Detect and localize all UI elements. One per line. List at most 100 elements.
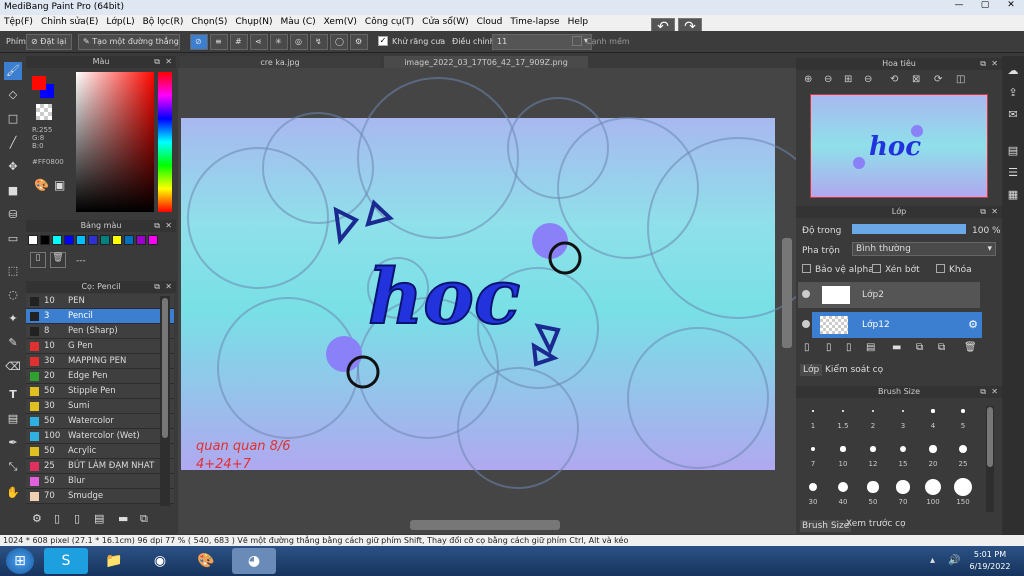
brush-size-option[interactable]: 70: [888, 476, 918, 512]
merge-layer-icon[interactable]: ⧉: [938, 342, 945, 353]
brush-item[interactable]: 30 MAPPING PEN: [26, 354, 174, 369]
snap-settings-button[interactable]: ⚙: [350, 34, 368, 50]
menu-timelapse[interactable]: Time-lapse: [506, 15, 563, 29]
new-brush-icon[interactable]: ▯: [54, 512, 60, 525]
rotate-left-icon[interactable]: ⟲: [890, 74, 898, 85]
straight-line-button[interactable]: ✎ Tạo một đường thẳng: [78, 34, 180, 50]
new-8bit-layer-icon[interactable]: ▯: [846, 342, 852, 353]
palette-swatch[interactable]: [112, 235, 122, 245]
volume-icon[interactable]: 🔊: [948, 555, 960, 566]
brush-item[interactable]: 8 Pen (Sharp): [26, 324, 174, 339]
select-pen-icon[interactable]: ✎: [4, 334, 22, 352]
skype-icon[interactable]: S: [44, 548, 88, 574]
flip-icon[interactable]: ◫: [956, 74, 965, 85]
brush-item[interactable]: 70 Smudge: [26, 489, 174, 504]
magic-wand-icon[interactable]: ✦: [4, 310, 22, 328]
detach-icon[interactable]: ⧉: [154, 281, 160, 293]
tab-layer[interactable]: Lớp: [800, 364, 823, 376]
brush-size-option[interactable]: 5: [948, 400, 978, 436]
brush-size-option[interactable]: 15: [888, 438, 918, 474]
brush-item[interactable]: 50 Acrylic: [26, 444, 174, 459]
canvas-area[interactable]: hoc quan quan 8/6 4+24+7: [178, 68, 829, 534]
trash-icon[interactable]: 🗑: [50, 252, 66, 268]
snap-perspective-button[interactable]: ⋖: [250, 34, 268, 50]
close-icon[interactable]: ✕: [991, 58, 998, 70]
page-icon[interactable]: ▦: [1004, 186, 1022, 204]
brush-size-option[interactable]: 30: [798, 476, 828, 512]
trash-icon[interactable]: 🗑: [964, 342, 977, 353]
close-button[interactable]: ✕: [998, 0, 1024, 14]
brush-size-option[interactable]: 12: [858, 438, 888, 474]
close-icon[interactable]: ✕: [165, 281, 172, 293]
eyedropper-icon[interactable]: ✒: [4, 434, 22, 452]
horizontal-scrollbar[interactable]: [410, 520, 560, 530]
brush-item[interactable]: 50 Blur: [26, 474, 174, 489]
copy-brush-icon[interactable]: ▯: [74, 512, 80, 525]
file-explorer-icon[interactable]: 📁: [92, 548, 136, 574]
artwork-svg[interactable]: hoc quan quan 8/6 4+24+7: [178, 68, 829, 534]
rotate-right-icon[interactable]: ⟳: [934, 74, 942, 85]
brush-item[interactable]: 20 Edge Pen: [26, 369, 174, 384]
brush-size-option[interactable]: 1: [798, 400, 828, 436]
menu-cloud[interactable]: Cloud: [473, 15, 507, 29]
zoom-out-icon[interactable]: ⊖: [824, 74, 832, 85]
text-tool-icon[interactable]: T: [4, 386, 22, 404]
blend-select[interactable]: Bình thường ▾: [852, 242, 996, 256]
saturation-value-picker[interactable]: [76, 72, 154, 212]
layer-list-icon[interactable]: ☰: [1004, 164, 1022, 182]
zoom-in-icon[interactable]: ⊕: [804, 74, 812, 85]
palette-swatch[interactable]: [52, 235, 62, 245]
move-tool-icon[interactable]: ✥: [4, 158, 22, 176]
brush-size-option[interactable]: 150: [948, 476, 978, 512]
minimize-button[interactable]: —: [946, 0, 972, 14]
brush-item[interactable]: 10 G Pen: [26, 339, 174, 354]
transparent-swatch[interactable]: [36, 104, 52, 120]
tray-icon[interactable]: ▴: [930, 555, 935, 566]
hue-slider[interactable]: [158, 72, 172, 212]
menu-filter[interactable]: Bộ lọc(R): [139, 15, 188, 29]
brush-size-option[interactable]: 50: [858, 476, 888, 512]
clip-checkbox[interactable]: [872, 264, 881, 273]
layer-menu-icon[interactable]: ▤: [866, 342, 875, 353]
visibility-icon[interactable]: [802, 290, 810, 298]
detach-icon[interactable]: ⧉: [980, 206, 986, 218]
lock-checkbox[interactable]: [936, 264, 945, 273]
brush-item[interactable]: 3Pencil⚙: [26, 309, 174, 324]
tab-brush-control[interactable]: Kiểm soát cọ: [822, 364, 886, 376]
share-icon[interactable]: ⇪: [1004, 84, 1022, 102]
folder-icon[interactable]: ▬: [118, 512, 128, 525]
brush-size-option[interactable]: 40: [828, 476, 858, 512]
menu-layer[interactable]: Lớp(L): [102, 15, 138, 29]
zoom-minus-icon[interactable]: ⊖: [864, 74, 872, 85]
detach-icon[interactable]: ⧉: [154, 220, 160, 232]
snap-parallel-button[interactable]: ≡: [210, 34, 228, 50]
brush-tool-icon[interactable]: 🖌: [4, 62, 22, 80]
opacity-slider[interactable]: [852, 224, 966, 234]
new-halftone-layer-icon[interactable]: ▯: [826, 342, 832, 353]
menu-window[interactable]: Cửa sổ(W): [418, 15, 472, 29]
snap-concentric-button[interactable]: ◎: [290, 34, 308, 50]
tab-brush-preview[interactable]: Xem trước cọ: [844, 518, 908, 530]
cloud-icon[interactable]: ☁: [1004, 62, 1022, 80]
palette-swatch[interactable]: [136, 235, 146, 245]
hand-tool-icon[interactable]: ✋: [4, 484, 22, 502]
add-brush-icon[interactable]: ⚙: [32, 512, 42, 525]
bucket-tool-icon[interactable]: ⛁: [4, 206, 22, 224]
brush-item[interactable]: 25 BÚT LÀM ĐẠM NHAT: [26, 459, 174, 474]
palette-swatch[interactable]: [28, 235, 38, 245]
duplicate-layer-icon[interactable]: ⧉: [916, 342, 923, 353]
detach-icon[interactable]: ⧉: [154, 56, 160, 68]
brush-size-option[interactable]: 4: [918, 400, 948, 436]
paint-icon[interactable]: 🎨: [184, 548, 228, 574]
menu-help[interactable]: Help: [564, 15, 593, 29]
brush-size-scrollbar[interactable]: [986, 406, 994, 512]
select-eraser-icon[interactable]: ⌫: [4, 358, 22, 376]
brush-size-option[interactable]: 100: [918, 476, 948, 512]
palette-swatch[interactable]: [148, 235, 158, 245]
medibang-icon[interactable]: ◕: [232, 548, 276, 574]
protect-alpha-checkbox[interactable]: [802, 264, 811, 273]
visibility-icon[interactable]: [802, 320, 810, 328]
clock[interactable]: 5:01 PM 6/19/2022: [962, 549, 1018, 573]
gradient-tool-icon[interactable]: ▭: [4, 230, 22, 248]
material-icon[interactable]: ▤: [1004, 142, 1022, 160]
